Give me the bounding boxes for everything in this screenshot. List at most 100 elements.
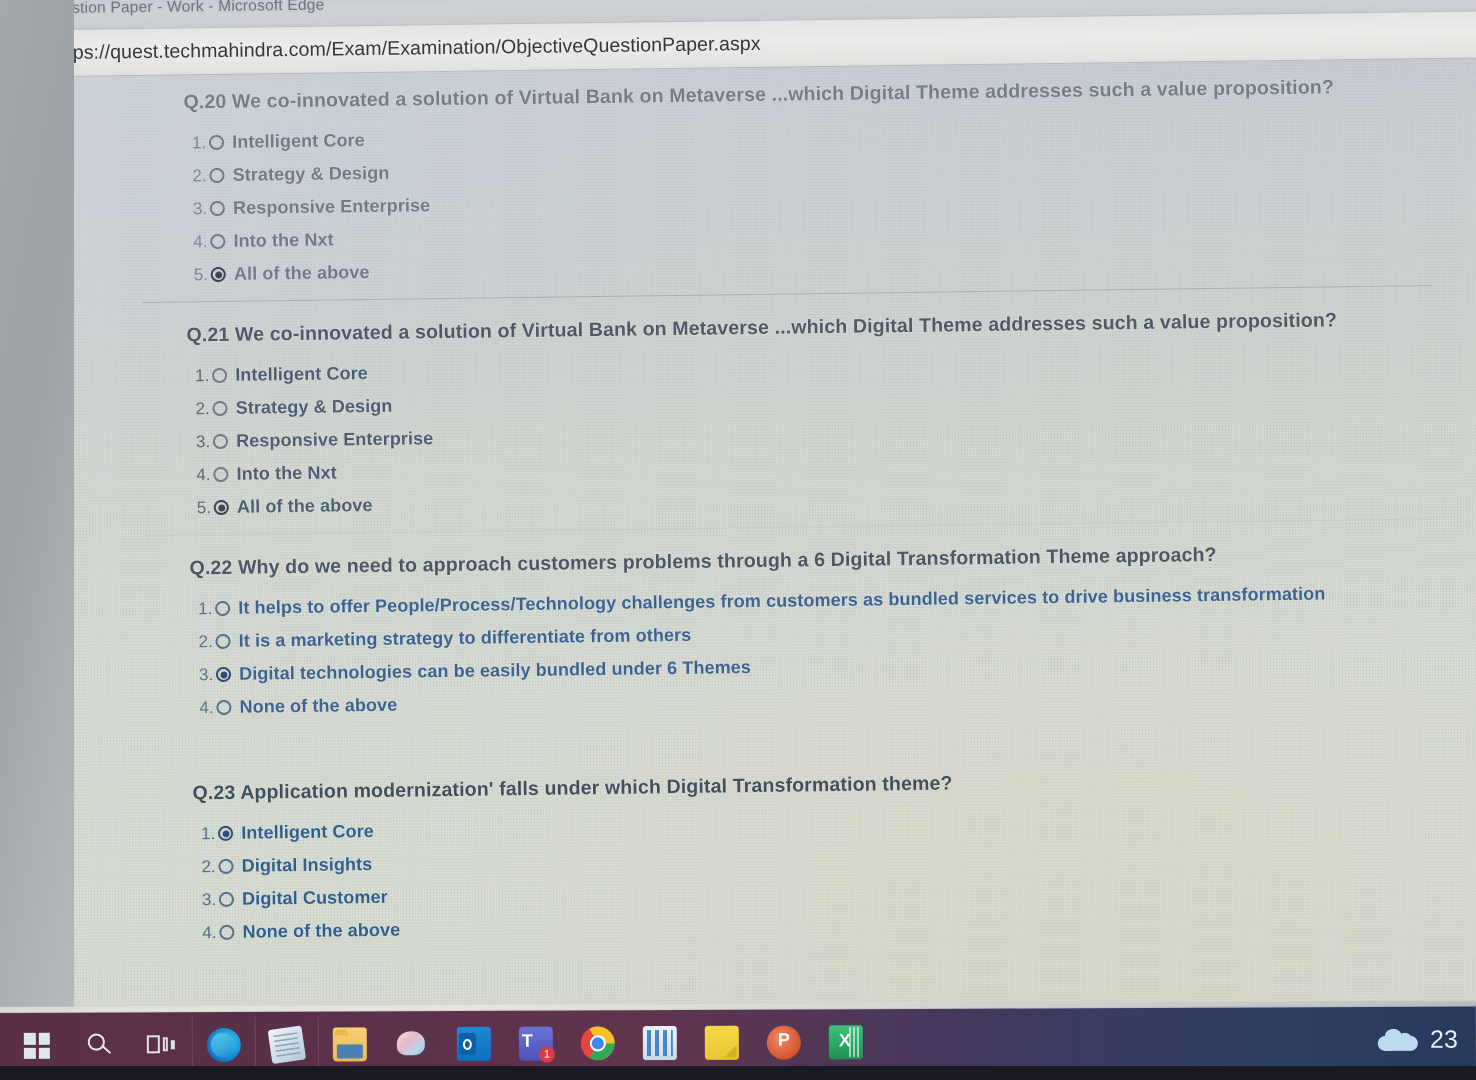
- weather-temperature: 23: [1429, 1025, 1458, 1054]
- option-label: Digital Customer: [241, 886, 388, 909]
- option-row[interactable]: 3. Digital technologies can be easily bu…: [191, 647, 1476, 685]
- radio-button[interactable]: [210, 233, 226, 250]
- option-row[interactable]: 4. None of the above: [191, 680, 1476, 718]
- option-row[interactable]: 4. Into the Nxt: [185, 214, 1476, 252]
- option-label: Strategy & Design: [232, 162, 390, 185]
- radio-button[interactable]: [213, 433, 229, 450]
- search-icon: [86, 1033, 112, 1059]
- question-block-q23: Q.23 Application modernization' falls un…: [192, 765, 1476, 943]
- option-row[interactable]: 3. Digital Customer: [194, 872, 1476, 910]
- powerpoint-icon: [766, 1025, 801, 1060]
- taskbar-app-excel[interactable]: [815, 1012, 877, 1072]
- option-number: 1.: [197, 598, 213, 618]
- option-number: 3.: [192, 198, 208, 218]
- option-label: All of the above: [233, 262, 370, 284]
- url-text[interactable]: https://quest.techmahindra.com/Exam/Exam…: [51, 32, 761, 64]
- option-number: 2.: [195, 398, 210, 418]
- taskbar-app-calculator[interactable]: [629, 1013, 691, 1073]
- option-label: None of the above: [242, 919, 401, 942]
- option-number: 2.: [201, 856, 216, 876]
- option-number: 4.: [202, 922, 217, 942]
- option-row[interactable]: 1. Intelligent Core: [187, 348, 1476, 386]
- outlook-icon: [456, 1026, 491, 1062]
- radio-button[interactable]: [212, 367, 228, 384]
- taskbar-app-microsoft-teams[interactable]: 1: [505, 1014, 567, 1074]
- windows-start-icon: [23, 1032, 50, 1059]
- question-paper-content: Q.20 We co-innovated a solution of Virtu…: [0, 58, 1476, 1022]
- option-label: Strategy & Design: [235, 395, 393, 418]
- option-row[interactable]: 2. It is a marketing strategy to differe…: [190, 614, 1476, 652]
- radio-button-selected[interactable]: [213, 499, 230, 516]
- option-row[interactable]: 1. Intelligent Core: [184, 115, 1476, 153]
- window-title: Question Paper - Work - Microsoft Edge: [42, 0, 325, 18]
- options-list: 1. Intelligent Core 2. Strategy & Design…: [187, 348, 1476, 518]
- option-row[interactable]: 2. Digital Insights: [193, 839, 1476, 877]
- option-row[interactable]: 4. None of the above: [194, 905, 1476, 943]
- radio-button[interactable]: [209, 134, 225, 151]
- taskbar-app-sticky-notes[interactable]: [691, 1013, 753, 1073]
- options-list: 1. It helps to offer People/Process/Tech…: [190, 581, 1476, 718]
- radio-button[interactable]: [215, 633, 231, 650]
- option-label: Responsive Enterprise: [232, 195, 431, 218]
- chrome-icon: [580, 1026, 615, 1061]
- option-label: Responsive Enterprise: [235, 428, 434, 451]
- radio-button[interactable]: [212, 400, 228, 417]
- photo-bottom-edge: [0, 1066, 1476, 1080]
- photographed-screen: Question Paper - Work - Microsoft Edge h…: [0, 0, 1476, 1080]
- option-row[interactable]: 1. It helps to offer People/Process/Tech…: [190, 581, 1476, 619]
- option-number: 4.: [196, 464, 211, 484]
- radio-button[interactable]: [216, 699, 232, 716]
- option-number: 5.: [193, 264, 209, 284]
- taskbar-app-powerpoint[interactable]: [753, 1012, 815, 1072]
- option-number: 3.: [201, 889, 217, 909]
- option-number: 4.: [199, 697, 214, 717]
- paint-icon: [395, 1027, 429, 1061]
- radio-button[interactable]: [209, 200, 226, 217]
- taskbar-app-google-chrome[interactable]: [567, 1013, 629, 1073]
- option-label: Intelligent Core: [232, 130, 365, 152]
- option-row[interactable]: 2. Strategy & Design: [187, 381, 1476, 419]
- task-view-icon: [146, 1033, 175, 1057]
- browser-window: Question Paper - Work - Microsoft Edge h…: [0, 0, 1476, 1022]
- option-row[interactable]: 3. Responsive Enterprise: [188, 414, 1476, 452]
- notes-icon: [704, 1025, 739, 1060]
- option-number: 1.: [194, 365, 210, 385]
- radio-button[interactable]: [215, 600, 231, 617]
- radio-button[interactable]: [218, 858, 234, 875]
- radio-button[interactable]: [209, 167, 225, 184]
- option-number: 1.: [200, 823, 216, 843]
- teams-notification-badge: 1: [538, 1046, 555, 1063]
- radio-button-selected[interactable]: [218, 825, 234, 842]
- option-label: It is a marketing strategy to differenti…: [238, 624, 692, 651]
- radio-button[interactable]: [219, 891, 235, 908]
- option-row[interactable]: 5. All of the above: [186, 247, 1476, 285]
- option-row[interactable]: 2. Strategy & Design: [184, 148, 1476, 186]
- radio-button-selected[interactable]: [216, 666, 232, 683]
- radio-button[interactable]: [219, 924, 235, 941]
- question-text: Q.20 We co-innovated a solution of Virtu…: [183, 76, 1335, 114]
- weather-widget[interactable]: 23: [1378, 1025, 1458, 1054]
- question-separator: [148, 718, 1438, 761]
- radio-button-selected[interactable]: [210, 266, 227, 283]
- radio-button[interactable]: [213, 466, 229, 483]
- option-number: 2.: [192, 165, 207, 185]
- option-label: Into the Nxt: [236, 462, 337, 484]
- option-row[interactable]: 4. Into the Nxt: [188, 447, 1476, 485]
- cloud-icon: [1378, 1028, 1419, 1051]
- option-label: Intelligent Core: [241, 820, 374, 843]
- question-text: Q.23 Application modernization' falls un…: [192, 772, 953, 805]
- option-label: Intelligent Core: [235, 363, 368, 385]
- page-viewport: Q.20 We co-innovated a solution of Virtu…: [0, 58, 1476, 1022]
- edge-icon: [206, 1027, 241, 1063]
- option-row[interactable]: 5. All of the above: [189, 480, 1476, 518]
- option-number: 5.: [196, 497, 212, 517]
- taskbar-right-group: 23: [1378, 1025, 1476, 1054]
- option-row[interactable]: 3. Responsive Enterprise: [185, 181, 1476, 219]
- question-block-q21: Q.21 We co-innovated a solution of Virtu…: [145, 307, 1476, 536]
- question-text: Q.21 We co-innovated a solution of Virtu…: [186, 309, 1338, 347]
- options-list: 1. Intelligent Core 2. Strategy & Design…: [184, 115, 1476, 285]
- option-label: Digital technologies can be easily bundl…: [239, 657, 752, 684]
- option-number: 3.: [195, 431, 211, 451]
- option-row[interactable]: 1. Intelligent Core: [193, 806, 1476, 844]
- options-list: 1. Intelligent Core 2. Digital Insights …: [193, 806, 1476, 943]
